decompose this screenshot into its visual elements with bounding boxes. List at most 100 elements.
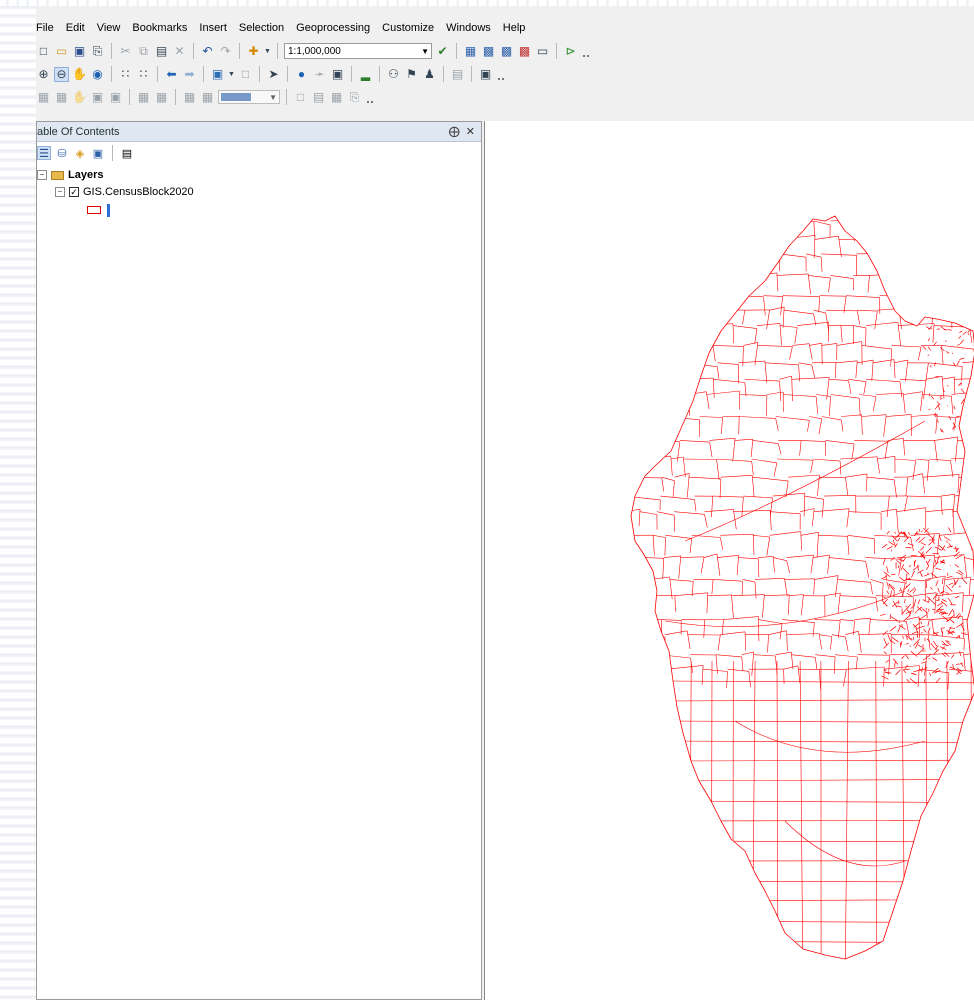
zoom-in-icon[interactable]: ⊕ (36, 67, 51, 82)
full-extent-icon[interactable]: ◉ (90, 67, 105, 82)
layout-forward-icon[interactable]: ▦ (200, 90, 215, 105)
toolbar-options-grip[interactable] (583, 45, 589, 57)
fixed-zoom-out-icon[interactable]: ∷ (136, 67, 151, 82)
list-by-selection-icon[interactable]: ▣ (91, 146, 105, 160)
block-boundary (732, 438, 736, 462)
find-icon[interactable]: ⚇ (386, 67, 401, 82)
focus-data-frame-icon[interactable]: □ (293, 90, 308, 105)
model-builder-icon[interactable]: ⊳ (563, 44, 578, 59)
layout-full-icon[interactable]: ▣ (90, 90, 105, 105)
collapse-icon[interactable]: − (37, 170, 47, 180)
block-boundary (790, 220, 794, 237)
chevron-down-icon[interactable]: ▼ (269, 93, 277, 102)
list-by-drawing-order-icon[interactable]: ☰ (37, 146, 51, 160)
block-boundary (664, 759, 974, 762)
measure-icon[interactable]: ▂ (358, 67, 373, 82)
select-elements-icon[interactable]: ➤ (266, 67, 281, 82)
fixed-zoom-in-icon[interactable]: ∷ (118, 67, 133, 82)
menu-view[interactable]: View (97, 22, 128, 34)
zoom-percent-combobox[interactable]: ▼ (218, 90, 280, 104)
menu-windows[interactable]: Windows (446, 22, 498, 34)
chevron-down-icon[interactable]: ▼ (264, 44, 271, 59)
layout-pan-icon[interactable]: ✋ (72, 90, 87, 105)
data-driven-pages-icon[interactable]: ▦ (329, 90, 344, 105)
block-boundary (877, 220, 896, 225)
add-data-icon[interactable]: ✚ (246, 44, 261, 59)
undo-icon[interactable]: ↶ (200, 44, 215, 59)
map-scale-combobox[interactable]: 1:1,000,000 ▼ (284, 43, 432, 59)
cut-icon[interactable]: ✂ (118, 44, 133, 59)
block-boundary (857, 359, 874, 364)
layer-legend-row[interactable] (87, 203, 110, 217)
block-boundary (700, 217, 730, 222)
html-popup-icon[interactable]: ▣ (330, 67, 345, 82)
menu-file[interactable]: File (36, 22, 61, 34)
layout-zoom-out-icon[interactable]: ▦ (54, 90, 69, 105)
select-features-icon[interactable]: ▣ (210, 67, 225, 82)
find-route-icon[interactable]: ⚑ (404, 67, 419, 82)
save-icon[interactable]: ▣ (72, 44, 87, 59)
catalog-icon[interactable]: ▩ (481, 44, 496, 59)
forward-extent-icon[interactable]: ➡ (182, 67, 197, 82)
urban-block-boundary (902, 557, 906, 563)
menu-geoprocessing[interactable]: Geoprocessing (296, 22, 377, 34)
list-by-visibility-icon[interactable]: ◈ (73, 146, 87, 160)
layout-fixed-out-icon[interactable]: ▦ (154, 90, 169, 105)
layer-visibility-checkbox[interactable]: ✓ (69, 187, 79, 197)
search-window-icon[interactable]: ▩ (499, 44, 514, 59)
copy-icon[interactable]: ⧉ (136, 44, 151, 59)
menu-edit[interactable]: Edit (66, 22, 92, 34)
block-boundary (861, 414, 863, 435)
hyperlink-icon[interactable]: ➛ (312, 67, 327, 82)
list-by-source-icon[interactable]: ⛁ (55, 146, 69, 160)
menu-help[interactable]: Help (503, 22, 533, 34)
identify-icon[interactable]: ● (294, 67, 309, 82)
toolbar-options-grip[interactable] (498, 68, 504, 80)
data-frame-row[interactable]: − Layers (37, 168, 103, 182)
urban-block-boundary (953, 405, 956, 410)
paste-icon[interactable]: ▤ (154, 44, 169, 59)
chevron-down-icon[interactable]: ▼ (421, 47, 429, 56)
menu-bookmarks[interactable]: Bookmarks (132, 22, 194, 34)
layout-fixed-in-icon[interactable]: ▦ (136, 90, 151, 105)
open-icon[interactable]: ▭ (54, 44, 69, 59)
time-slider-icon[interactable]: ▤ (450, 67, 465, 82)
layout-back-icon[interactable]: ▦ (182, 90, 197, 105)
pan-icon[interactable]: ✋ (72, 67, 87, 82)
back-extent-icon[interactable]: ⬅ (164, 67, 179, 82)
options-icon[interactable]: ▤ (120, 146, 134, 160)
python-window-icon[interactable]: ▭ (535, 44, 550, 59)
menu-selection[interactable]: Selection (239, 22, 291, 34)
toolbar-options-grip[interactable] (367, 91, 373, 103)
clear-selection-icon[interactable]: □ (238, 67, 253, 82)
new-icon[interactable]: □ (36, 44, 51, 59)
print-preview-icon[interactable]: ⎘ (347, 90, 362, 105)
block-boundary (743, 342, 758, 346)
layer-row[interactable]: − ✓ GIS.CensusBlock2020 (55, 185, 194, 199)
collapse-icon[interactable]: − (55, 187, 65, 197)
change-layout-icon[interactable]: ▤ (311, 90, 326, 105)
zoom-out-icon[interactable]: ⊖ (54, 66, 69, 82)
block-boundary (865, 561, 869, 578)
urban-block-boundary (950, 615, 954, 618)
pin-icon[interactable]: ⨁ (449, 125, 460, 138)
print-icon[interactable]: ⎘ (90, 44, 105, 59)
xy-icon[interactable]: ♟ (422, 67, 437, 82)
editor-icon[interactable]: ✔ (435, 44, 450, 59)
arctoolbox-icon[interactable]: ▩ (517, 44, 532, 59)
redo-icon[interactable]: ↷ (218, 44, 233, 59)
chevron-down-icon[interactable]: ▼ (228, 67, 235, 82)
menu-customize[interactable]: Customize (382, 22, 441, 34)
country-outline (630, 215, 974, 960)
close-icon[interactable]: ✕ (466, 125, 475, 138)
layout-100-icon[interactable]: ▣ (108, 90, 123, 105)
menu-insert[interactable]: Insert (199, 22, 234, 34)
viewer-window-icon[interactable]: ▣ (478, 67, 493, 82)
census-block-map[interactable] (485, 121, 974, 1000)
urban-block-boundary (901, 655, 905, 660)
map-display[interactable] (484, 121, 974, 1000)
polygon-symbol-swatch[interactable] (87, 206, 101, 214)
delete-icon[interactable]: ✕ (172, 44, 187, 59)
table-window-icon[interactable]: ▦ (463, 44, 478, 59)
layout-zoom-in-icon[interactable]: ▦ (36, 90, 51, 105)
